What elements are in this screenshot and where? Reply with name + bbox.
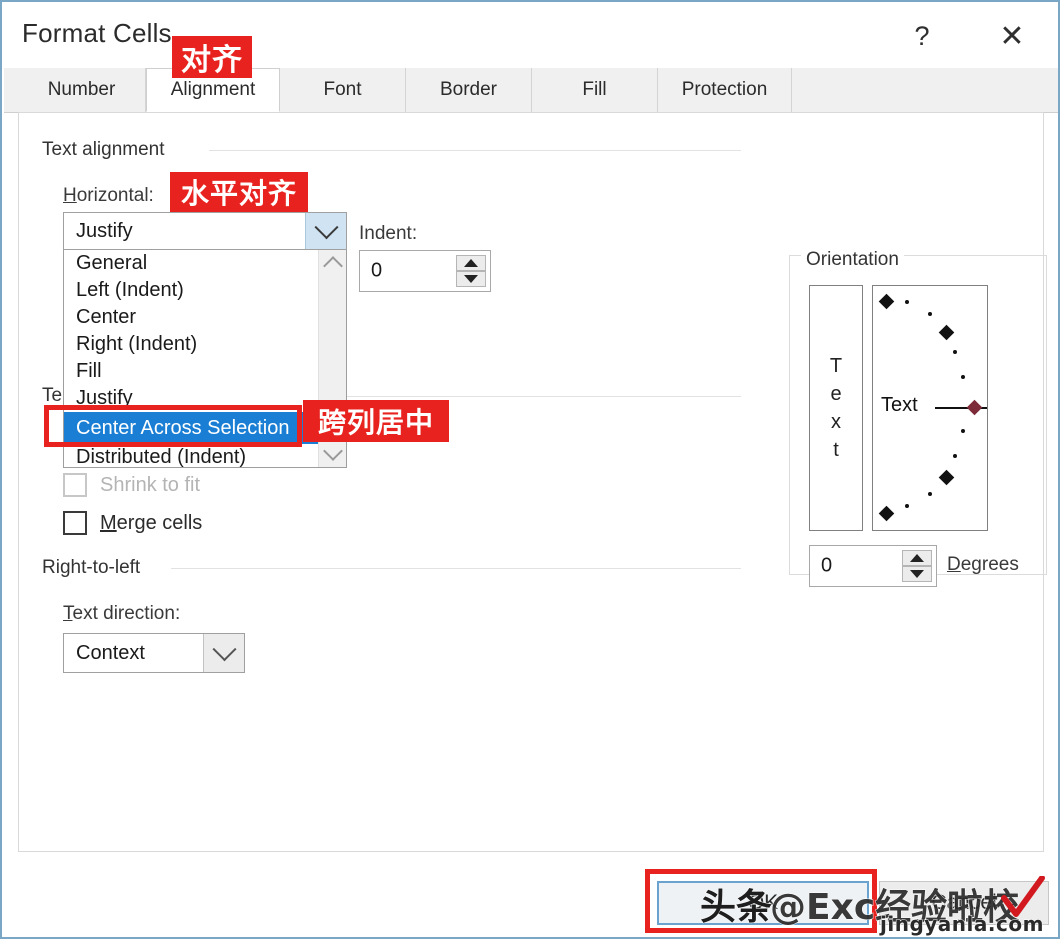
tab-protection[interactable]: Protection [658,68,792,112]
cancel-button[interactable]: Cancel [879,881,1049,925]
scroll-up-icon[interactable] [323,256,343,276]
merge-cells-label: Merge cells [100,511,203,534]
dial-marker-m90[interactable] [878,505,895,522]
shrink-to-fit-checkbox[interactable] [63,473,87,497]
merge-cells-checkbox[interactable] [63,511,87,535]
degrees-label: Degrees [947,554,1019,575]
dial-dot-g [928,492,932,496]
indent-label: Indent: [359,223,418,244]
text-direction-value: Context [76,641,145,664]
orientation-dial[interactable]: Text [872,285,988,531]
text-alignment-group-rule [209,150,741,151]
horizontal-combo-value: Justify [76,219,133,242]
indent-decrement-button[interactable] [456,271,486,287]
text-direction-chevron-down-icon[interactable] [203,634,244,672]
shrink-to-fit-row[interactable]: Shrink to fit [63,473,200,497]
annotation-center-across-selection: 跨列居中 [303,400,449,442]
degrees-increment-button[interactable] [902,550,932,566]
vertical-text-char-2: x [831,411,841,433]
vertical-text-char-3: t [833,439,839,461]
tab-number[interactable]: Number [18,68,146,112]
dial-dot-c [953,350,957,354]
tab-border[interactable]: Border [406,68,532,112]
vertical-text-button[interactable]: T e x t [809,285,863,531]
horizontal-label: Horizontal: [63,185,154,206]
close-icon[interactable]: ✕ [984,12,1040,60]
orientation-dial-label: Text [881,394,918,416]
dial-marker-m45[interactable] [938,469,955,486]
degrees-value: 0 [821,554,833,577]
dropdown-option-left-indent[interactable]: Left (Indent) [64,277,346,304]
horizontal-combo[interactable]: Justify [63,212,347,250]
degrees-decrement-button[interactable] [902,566,932,582]
text-control-group-rule [347,396,741,397]
scroll-down-icon[interactable] [323,441,343,461]
dial-dot-d [961,375,965,379]
dropdown-option-general[interactable]: General [64,250,346,277]
indent-stepper[interactable]: 0 [359,250,491,292]
indent-value: 0 [371,259,383,282]
dial-dot-f [953,454,957,458]
shrink-to-fit-label: Shrink to fit [100,473,201,496]
dropdown-option-distributed-indent[interactable]: Distributed (Indent) [64,444,346,467]
tab-fill[interactable]: Fill [532,68,658,112]
orientation-group-label: Orientation [801,249,904,271]
format-cells-dialog: Format Cells ? ✕ Number Alignment Font B… [0,0,1060,939]
ok-button-highlight-rect [645,869,877,933]
dial-dot-e [961,429,965,433]
tab-strip: Number Alignment Font Border Fill Protec… [4,68,1058,113]
dial-dot-b [928,312,932,316]
dial-dot-a [905,300,909,304]
dial-dot-h [905,504,909,508]
indent-increment-button[interactable] [456,255,486,271]
annotation-horizontal: 水平对齐 [170,172,308,212]
vertical-text-char-1: e [830,383,842,405]
center-across-selection-highlight-rect [44,405,302,447]
right-to-left-group-rule [171,568,741,569]
vertical-text-char-0: T [829,355,843,377]
page-title: Format Cells [22,18,172,48]
tab-font[interactable]: Font [280,68,406,112]
indent-spin-buttons[interactable] [456,255,486,287]
title-bar: Format Cells ? ✕ [4,4,1058,68]
dropdown-option-center[interactable]: Center [64,304,346,331]
text-direction-combo[interactable]: Context [63,633,245,673]
help-icon[interactable]: ? [894,12,950,60]
dial-marker-90[interactable] [878,293,895,310]
annotation-alignment: 对齐 [172,36,252,78]
degrees-spin-buttons[interactable] [902,550,932,582]
text-direction-label: Text direction: [63,603,181,624]
right-to-left-group-label: Right-to-left [37,557,146,579]
dial-marker-45[interactable] [938,324,955,341]
merge-cells-row[interactable]: Merge cells [63,511,202,535]
degrees-stepper[interactable]: 0 [809,545,937,587]
dropdown-option-right-indent[interactable]: Right (Indent) [64,331,346,358]
dial-marker-0[interactable] [966,399,983,416]
text-alignment-group-label: Text alignment [37,139,170,161]
dropdown-option-fill[interactable]: Fill [64,358,346,385]
alignment-panel: Text alignment Horizontal: Justify Gener… [18,112,1047,852]
chevron-down-icon[interactable] [305,213,346,249]
